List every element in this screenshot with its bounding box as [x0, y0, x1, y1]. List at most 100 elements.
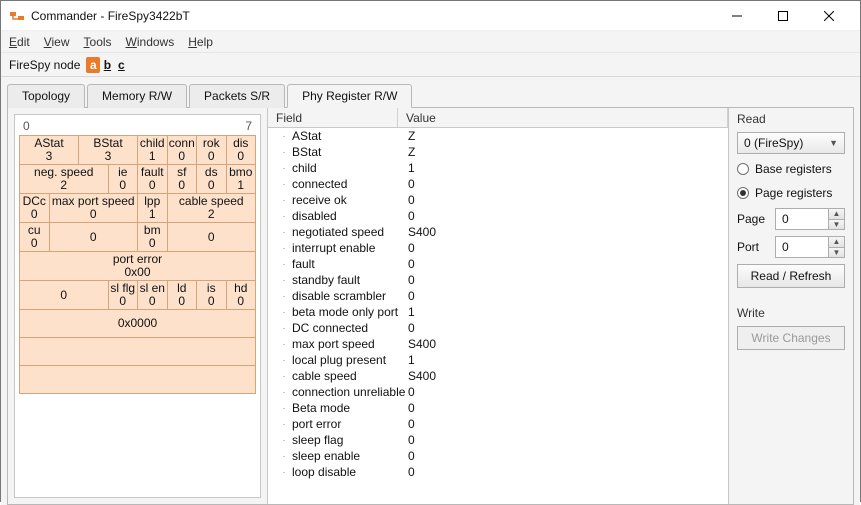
field-name: standby fault [290, 273, 408, 287]
node-button-b[interactable]: b [100, 57, 114, 73]
page-spinner[interactable]: 0 ▲▼ [775, 208, 845, 230]
bitmap-cell[interactable]: sf0 [167, 165, 197, 194]
list-item[interactable]: ·beta mode only port1 [268, 304, 728, 320]
list-item[interactable]: ·DC connected0 [268, 320, 728, 336]
close-button[interactable] [806, 1, 852, 31]
bitmap-cell[interactable]: ld0 [167, 281, 197, 310]
field-name: max port speed [290, 337, 408, 351]
list-item[interactable]: ·max port speedS400 [268, 336, 728, 352]
field-name: loop disable [290, 465, 408, 479]
list-item[interactable]: ·sleep flag0 [268, 432, 728, 448]
bitmap-cell[interactable]: cu0 [20, 223, 50, 252]
bitmap-cell[interactable]: fault0 [138, 165, 168, 194]
read-refresh-button[interactable]: Read / Refresh [737, 264, 845, 288]
field-name: child [290, 161, 408, 175]
bitmap-cell[interactable]: ie0 [108, 165, 138, 194]
minimize-button[interactable] [714, 1, 760, 31]
menu-windows[interactable]: Windows [126, 35, 175, 49]
menu-edit[interactable]: Edit [9, 35, 30, 49]
list-item[interactable]: ·negotiated speedS400 [268, 224, 728, 240]
port-value[interactable]: 0 [775, 236, 828, 258]
bitmap-cell[interactable]: is0 [197, 281, 227, 310]
bitmap-table[interactable]: AStat3BStat3child1conn0rok0dis0 neg. spee… [19, 135, 256, 394]
spin-down-icon[interactable]: ▼ [828, 219, 845, 231]
bitmap-cell[interactable]: conn0 [167, 136, 197, 165]
bitmap-cell[interactable]: dis0 [226, 136, 256, 165]
write-changes-button[interactable]: Write Changes [737, 326, 845, 350]
radio-page-registers[interactable]: Page registers [737, 184, 845, 202]
bitmap-cell[interactable]: 0x0000 [20, 310, 256, 338]
list-item[interactable]: ·loop disable0 [268, 464, 728, 480]
radio-page-label: Page registers [755, 186, 832, 200]
maximize-button[interactable] [760, 1, 806, 31]
bitmap-cell[interactable]: lpp1 [138, 194, 168, 223]
bitmap-cell[interactable]: hd0 [226, 281, 256, 310]
list-item[interactable]: ·local plug present1 [268, 352, 728, 368]
node-button-a[interactable]: a [86, 57, 100, 73]
list-item[interactable]: ·connection unreliable0 [268, 384, 728, 400]
list-item[interactable]: ·standby fault0 [268, 272, 728, 288]
bitmap-cell[interactable]: DCc0 [20, 194, 50, 223]
list-item[interactable]: ·AStatZ [268, 128, 728, 144]
tab-memory-r-w[interactable]: Memory R/W [87, 84, 187, 108]
list-item[interactable]: ·receive ok0 [268, 192, 728, 208]
menu-help[interactable]: Help [188, 35, 213, 49]
tree-node-icon: · [278, 355, 290, 366]
field-list-body[interactable]: ·AStatZ·BStatZ·child1·connected0·receive… [268, 128, 728, 504]
tree-node-icon: · [278, 467, 290, 478]
bitmap-cell[interactable]: ds0 [197, 165, 227, 194]
list-item[interactable]: ·fault0 [268, 256, 728, 272]
list-item[interactable]: ·disable scrambler0 [268, 288, 728, 304]
controls-panel: Read 0 (FireSpy) ▼ Base registers Page r… [729, 108, 853, 504]
field-value: Z [408, 145, 728, 159]
bitmap-cell[interactable]: 0 [167, 223, 256, 252]
bitmap-cell[interactable] [20, 366, 256, 394]
spin-up-icon[interactable]: ▲ [828, 236, 845, 247]
bitmap-cell[interactable]: AStat3 [20, 136, 79, 165]
header-field[interactable]: Field [268, 108, 398, 127]
header-value[interactable]: Value [398, 108, 728, 127]
list-item[interactable]: ·child1 [268, 160, 728, 176]
bitmap-cell[interactable]: max port speed0 [49, 194, 138, 223]
tab-topology[interactable]: Topology [7, 84, 85, 108]
port-spinner[interactable]: 0 ▲▼ [775, 236, 845, 258]
bitmap-cell[interactable]: port error0x00 [20, 252, 256, 281]
list-item[interactable]: ·Beta mode0 [268, 400, 728, 416]
device-select[interactable]: 0 (FireSpy) ▼ [737, 132, 845, 154]
bitmap-cell[interactable]: sl flg0 [108, 281, 138, 310]
tree-node-icon: · [278, 227, 290, 238]
spin-down-icon[interactable]: ▼ [828, 247, 845, 259]
list-item[interactable]: ·connected0 [268, 176, 728, 192]
list-item[interactable]: ·port error0 [268, 416, 728, 432]
menu-tools[interactable]: Tools [84, 35, 112, 49]
menu-view[interactable]: View [44, 35, 70, 49]
spin-up-icon[interactable]: ▲ [828, 208, 845, 219]
bitmap-cell[interactable]: 0 [49, 223, 138, 252]
list-item[interactable]: ·interrupt enable0 [268, 240, 728, 256]
field-value: 0 [408, 177, 728, 191]
port-label: Port [737, 240, 767, 254]
tab-phy-register-r-w[interactable]: Phy Register R/W [287, 84, 412, 108]
node-button-c[interactable]: c [114, 57, 128, 73]
bitmap-cell[interactable]: child1 [138, 136, 168, 165]
list-item[interactable]: ·BStatZ [268, 144, 728, 160]
radio-base-registers[interactable]: Base registers [737, 160, 845, 178]
list-item[interactable]: ·disabled0 [268, 208, 728, 224]
bitmap-cell[interactable]: neg. speed2 [20, 165, 109, 194]
bitmap-cell[interactable]: bm0 [138, 223, 168, 252]
field-name: DC connected [290, 321, 408, 335]
bitmap-cell[interactable]: bmo1 [226, 165, 256, 194]
device-select-value: 0 (FireSpy) [744, 136, 803, 150]
bitmap-cell[interactable] [20, 338, 256, 366]
menu-bar: Edit View Tools Windows Help [1, 31, 860, 53]
tab-packets-s-r[interactable]: Packets S/R [189, 84, 285, 108]
bitmap-cell[interactable]: sl en0 [138, 281, 168, 310]
bitmap-cell[interactable]: 0 [20, 281, 109, 310]
bitmap-cell[interactable]: cable speed2 [167, 194, 256, 223]
list-item[interactable]: ·cable speedS400 [268, 368, 728, 384]
page-value[interactable]: 0 [775, 208, 828, 230]
bitmap-cell[interactable]: rok0 [197, 136, 227, 165]
list-item[interactable]: ·sleep enable0 [268, 448, 728, 464]
bitmap-cell[interactable]: BStat3 [79, 136, 138, 165]
tree-node-icon: · [278, 243, 290, 254]
